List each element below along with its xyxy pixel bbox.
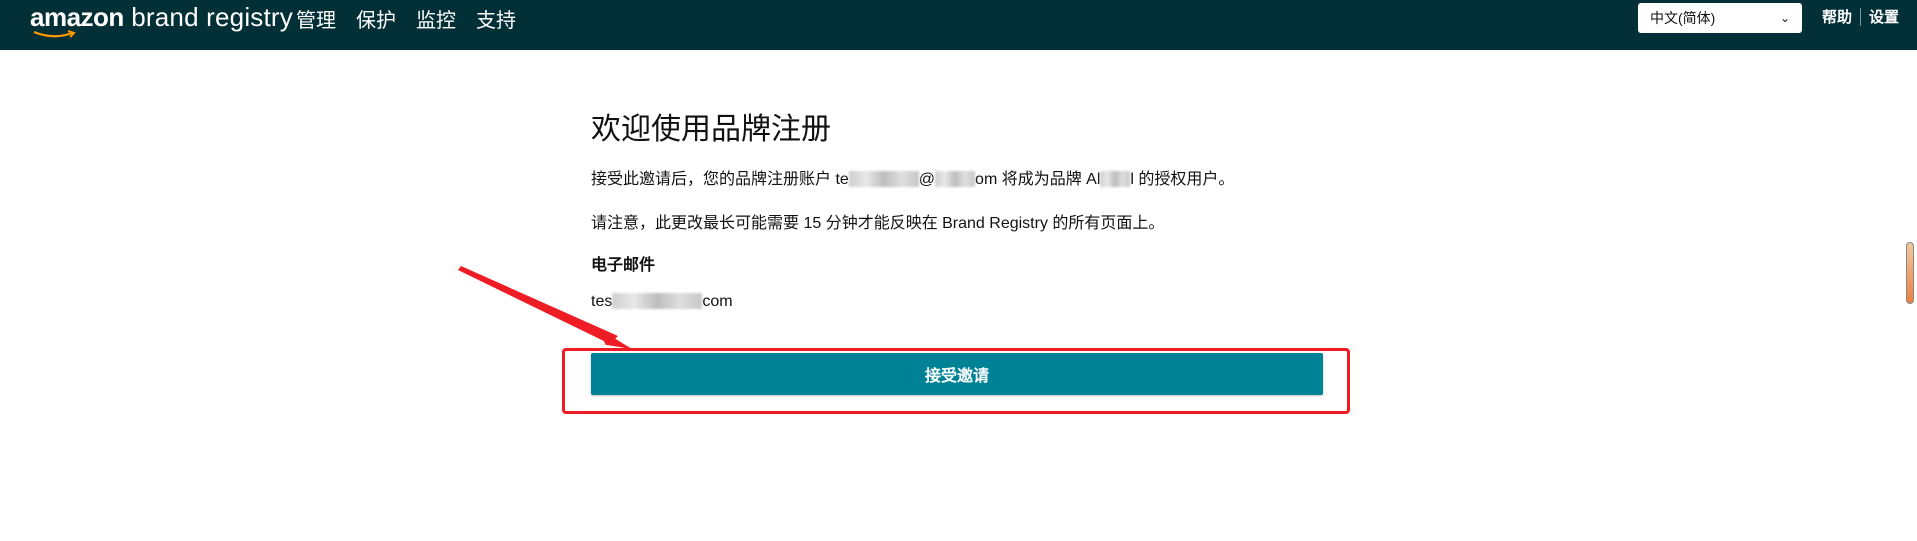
amazon-brand-registry-logo[interactable]: amazon brand registry: [30, 2, 293, 38]
email-label: 电子邮件: [591, 257, 656, 274]
logo-brand-registry-text: brand registry: [123, 2, 293, 32]
intro-part-3: om 将成为品牌 Al: [975, 171, 1101, 188]
invitation-intro-text: 接受此邀请后，您的品牌注册账户 te @ om 将成为品牌 Al l 的授权用户。: [591, 165, 1234, 189]
main-nav: 管理 保护 监控 支持: [296, 4, 516, 33]
intro-part-1: 接受此邀请后，您的品牌注册账户 te: [591, 171, 849, 188]
email-suffix: com: [702, 293, 733, 310]
nav-item-manage[interactable]: 管理: [296, 4, 336, 33]
intro-part-4: l 的授权用户。: [1130, 171, 1235, 188]
annotation-arrow-icon: [458, 266, 632, 349]
accept-invitation-button[interactable]: 接受邀请: [591, 353, 1323, 395]
redacted-account-2: [935, 171, 976, 187]
settings-link[interactable]: 设置: [1869, 6, 1899, 27]
redacted-brand: [1100, 171, 1131, 187]
nav-item-monitor[interactable]: 监控: [416, 4, 456, 33]
amazon-smile-icon: [33, 30, 76, 38]
page-title: 欢迎使用品牌注册: [591, 113, 831, 146]
email-prefix: tes: [591, 293, 613, 310]
redacted-account-1: [848, 171, 919, 187]
language-select-value: 中文(简体): [1650, 10, 1716, 26]
top-navigation-bar: amazon brand registry 管理 保护 监控 支持 中文(简体)…: [0, 0, 1917, 50]
divider: [1860, 7, 1862, 26]
chevron-down-icon: ⌄: [1779, 11, 1790, 25]
logo-amazon-text: amazon: [30, 2, 124, 32]
invitation-panel: 欢迎使用品牌注册 接受此邀请后，您的品牌注册账户 te @ om 将成为品牌 Al l…: [591, 108, 1326, 310]
note-text: 请注意，此更改最长可能需要 15 分钟才能反映在 Brand Registry …: [591, 215, 1165, 232]
redacted-email: [612, 293, 703, 309]
nav-item-support[interactable]: 支持: [476, 4, 516, 33]
help-link[interactable]: 帮助: [1822, 6, 1852, 27]
page-scrollbar[interactable]: [1906, 242, 1914, 304]
nav-item-protect[interactable]: 保护: [356, 4, 396, 33]
email-value: tes com: [591, 293, 733, 311]
language-select[interactable]: 中文(简体) ⌄: [1638, 3, 1802, 33]
intro-part-2: @: [918, 171, 936, 188]
top-links: 帮助 设置: [1822, 6, 1899, 27]
